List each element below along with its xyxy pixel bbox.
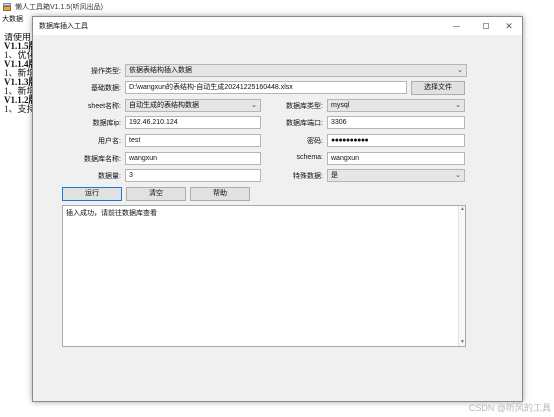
data-count-label: 数据量:	[98, 173, 121, 180]
help-button[interactable]: 帮助	[190, 187, 250, 201]
special-data-label: 特殊数据:	[293, 173, 323, 180]
db-ip-label: 数据库ip:	[92, 120, 121, 127]
main-window-title: 懒人工具箱V1.1.5(听风出品)	[15, 3, 103, 11]
chevron-down-icon: ⌄	[455, 172, 461, 179]
base-data-label: 基础数据:	[91, 85, 121, 92]
watermark: CSDN @听风的工具	[468, 403, 551, 413]
chevron-down-icon: ⌄	[455, 102, 461, 109]
clear-button[interactable]: 清空	[126, 187, 186, 201]
db-ip-field[interactable]: 192.46.210.124	[125, 116, 261, 129]
op-type-label: 操作类型:	[91, 68, 121, 75]
minimize-icon	[452, 25, 460, 27]
run-button[interactable]: 运行	[62, 187, 122, 201]
db-type-label: 数据库类型:	[286, 103, 323, 110]
username-label: 用户名:	[98, 138, 121, 145]
username-field[interactable]: test	[125, 134, 261, 147]
maximize-icon	[483, 23, 489, 29]
db-type-select[interactable]: mysql ⌄	[327, 99, 465, 112]
op-type-select[interactable]: 依据表结构插入数据 ⌄	[125, 64, 467, 77]
close-button[interactable]: ✕	[495, 17, 523, 35]
dialog-title: 数据库插入工具	[39, 23, 88, 30]
changelog-text: 请使用 V1.1.5版 1、优化 V1.1.4版 1、新增 V1.1.3版 1、…	[4, 33, 34, 114]
sheet-label: sheet名称:	[87, 103, 121, 110]
db-insert-dialog: 数据库插入工具 ✕ 操作类型: 依据表结构插入数据 ⌄ 基础数据: D:\wan…	[32, 16, 523, 402]
toolbox-icon	[3, 2, 11, 11]
dialog-titlebar: 数据库插入工具 ✕	[33, 17, 522, 35]
output-text: 插入成功，请前往数据库查看	[66, 210, 157, 217]
sheet-select[interactable]: 自动生成的表结构数据 ⌄	[125, 99, 261, 112]
db-port-label: 数据库端口:	[286, 120, 323, 127]
main-window-titlebar: 懒人工具箱V1.1.5(听风出品)	[0, 0, 554, 13]
password-label: 密码:	[307, 138, 323, 145]
minimize-button[interactable]	[441, 17, 471, 35]
special-data-select[interactable]: 是 ⌄	[327, 169, 465, 182]
chevron-down-icon: ⌄	[457, 67, 463, 74]
special-data-value: 是	[331, 172, 338, 179]
base-data-path-field[interactable]: D:\wangxun的表结构-自动生成20241225160448.xlsx	[125, 81, 407, 94]
schema-label: schema:	[296, 154, 323, 161]
data-count-field[interactable]: 3	[125, 169, 261, 182]
chevron-down-icon: ⌄	[251, 102, 257, 109]
scroll-up-icon[interactable]: ▲	[459, 206, 466, 213]
db-name-label: 数据库名称:	[84, 156, 121, 163]
password-field[interactable]: ●●●●●●●●●●	[327, 134, 465, 147]
output-textarea[interactable]: 插入成功，请前往数据库查看 ▲ ▼	[62, 205, 466, 347]
choose-file-button[interactable]: 选择文件	[411, 81, 465, 95]
db-name-field[interactable]: wangxun	[125, 152, 261, 165]
db-type-value: mysql	[331, 102, 350, 109]
schema-field[interactable]: wangxun	[327, 152, 465, 165]
op-type-value: 依据表结构插入数据	[129, 67, 192, 74]
vertical-scrollbar[interactable]: ▲ ▼	[458, 206, 465, 346]
sheet-value: 自动生成的表结构数据	[129, 102, 199, 109]
scroll-down-icon[interactable]: ▼	[459, 339, 466, 346]
changelog-line: 1、支持	[4, 104, 34, 114]
db-port-field[interactable]: 3306	[327, 116, 465, 129]
close-icon: ✕	[505, 20, 513, 31]
